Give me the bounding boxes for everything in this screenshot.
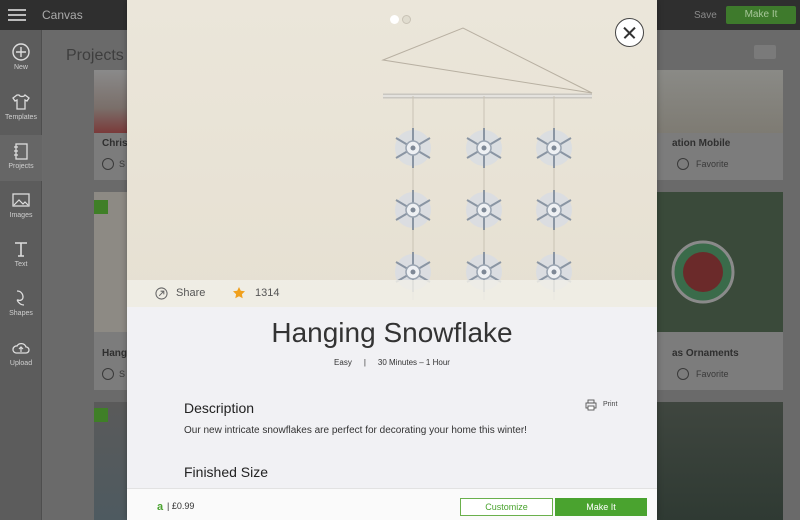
action-bar: Share 1314 bbox=[127, 280, 657, 307]
description-heading: Description bbox=[184, 400, 255, 416]
sidebar-item-new[interactable]: New bbox=[0, 36, 42, 82]
image-icon bbox=[12, 193, 30, 207]
sidebar-item-label: New bbox=[13, 64, 28, 71]
snowflake-mobile-illustration bbox=[127, 0, 657, 307]
sidebar-item-label: Text bbox=[14, 261, 28, 268]
share-button[interactable]: Share bbox=[176, 287, 205, 299]
sidebar-item-label: Upload bbox=[9, 360, 33, 367]
access-icon: a bbox=[157, 501, 164, 513]
sidebar-item-images[interactable]: Images bbox=[0, 184, 42, 230]
shapes-icon bbox=[16, 290, 25, 306]
print-label: Print bbox=[603, 401, 618, 408]
sidebar-item-text[interactable]: Text bbox=[0, 233, 42, 279]
carousel-dot[interactable] bbox=[402, 15, 411, 24]
project-card-title: Hangi bbox=[102, 348, 130, 359]
carousel-dots bbox=[390, 11, 414, 29]
project-card[interactable]: Christ S bbox=[94, 70, 131, 180]
finished-size-heading: Finished Size bbox=[184, 464, 269, 480]
projects-heading: Projects bbox=[66, 47, 124, 64]
access-badge-icon bbox=[94, 200, 108, 214]
modal-footer: a | £0.99 Customize Make It bbox=[127, 488, 657, 520]
project-thumbnail bbox=[94, 70, 128, 133]
notebook-icon bbox=[14, 143, 28, 160]
project-title: Hanging Snowflake bbox=[271, 317, 513, 348]
project-card[interactable]: as Ornaments Favorite bbox=[657, 192, 783, 390]
sidebar-item-templates[interactable]: Templates bbox=[0, 86, 42, 132]
app-title: Canvas bbox=[42, 8, 83, 22]
close-button[interactable] bbox=[615, 18, 644, 47]
ornament-illustration bbox=[671, 240, 735, 304]
description-text: Our new intricate snowflakes are perfect… bbox=[184, 425, 527, 436]
share-icon bbox=[102, 368, 114, 380]
print-button[interactable]: Print bbox=[585, 399, 625, 413]
star-icon[interactable] bbox=[232, 286, 246, 300]
sidebar-item-projects[interactable]: Projects bbox=[0, 135, 42, 181]
carousel-dot-active[interactable] bbox=[390, 15, 399, 24]
shirt-icon bbox=[12, 94, 30, 110]
project-card[interactable] bbox=[657, 402, 783, 520]
project-thumbnail bbox=[657, 402, 783, 520]
project-meta: Easy | 30 Minutes – 1 Hour bbox=[127, 358, 657, 367]
cloud-upload-icon bbox=[12, 342, 30, 354]
save-button[interactable]: Save bbox=[694, 10, 717, 21]
panel-toggle[interactable] bbox=[754, 45, 776, 59]
project-card[interactable] bbox=[94, 402, 128, 520]
hamburger-menu-icon[interactable] bbox=[8, 9, 26, 21]
sidebar-item-upload[interactable]: Upload bbox=[0, 332, 42, 378]
price-label: | £0.99 bbox=[167, 501, 195, 511]
make-it-top-button[interactable]: Make It bbox=[726, 6, 796, 24]
project-card-title: ation Mobile bbox=[672, 138, 731, 149]
project-card-meta: S bbox=[119, 159, 126, 169]
sidebar-item-label: Images bbox=[9, 212, 33, 219]
sidebar: New Templates Projects Images Text Shape… bbox=[0, 30, 42, 520]
project-card[interactable]: Hangi S bbox=[94, 192, 130, 390]
project-hero-image[interactable] bbox=[127, 0, 657, 307]
share-icon bbox=[102, 158, 114, 170]
project-card-meta: S bbox=[119, 369, 126, 379]
sidebar-item-label: Templates bbox=[5, 114, 37, 121]
text-icon bbox=[15, 242, 27, 257]
access-badge-icon bbox=[94, 408, 108, 422]
duration-label: 30 Minutes – 1 Hour bbox=[377, 358, 450, 367]
project-card[interactable]: ation Mobile Favorite bbox=[657, 70, 783, 180]
project-card-meta: Favorite bbox=[696, 369, 729, 379]
share-icon[interactable] bbox=[155, 287, 168, 300]
project-card-meta: Favorite bbox=[696, 159, 729, 169]
printer-icon bbox=[585, 399, 597, 411]
favorite-icon bbox=[677, 158, 689, 170]
plus-circle-icon bbox=[12, 43, 30, 61]
project-thumbnail bbox=[657, 192, 783, 332]
project-detail-modal: Share 1314 Hanging Snowflake Easy | 30 Min… bbox=[127, 0, 657, 520]
make-it-button[interactable]: Make It bbox=[555, 498, 647, 516]
rating-count: 1314 bbox=[255, 287, 280, 299]
project-thumbnail bbox=[657, 70, 783, 133]
difficulty-label: Easy bbox=[334, 358, 352, 367]
meta-separator: | bbox=[363, 358, 366, 367]
sidebar-item-label: Shapes bbox=[9, 310, 33, 317]
favorite-icon bbox=[677, 368, 689, 380]
sidebar-item-label: Projects bbox=[8, 163, 34, 170]
project-card-title: as Ornaments bbox=[672, 348, 739, 359]
customize-button[interactable]: Customize bbox=[460, 498, 553, 516]
sidebar-item-shapes[interactable]: Shapes bbox=[0, 282, 42, 328]
